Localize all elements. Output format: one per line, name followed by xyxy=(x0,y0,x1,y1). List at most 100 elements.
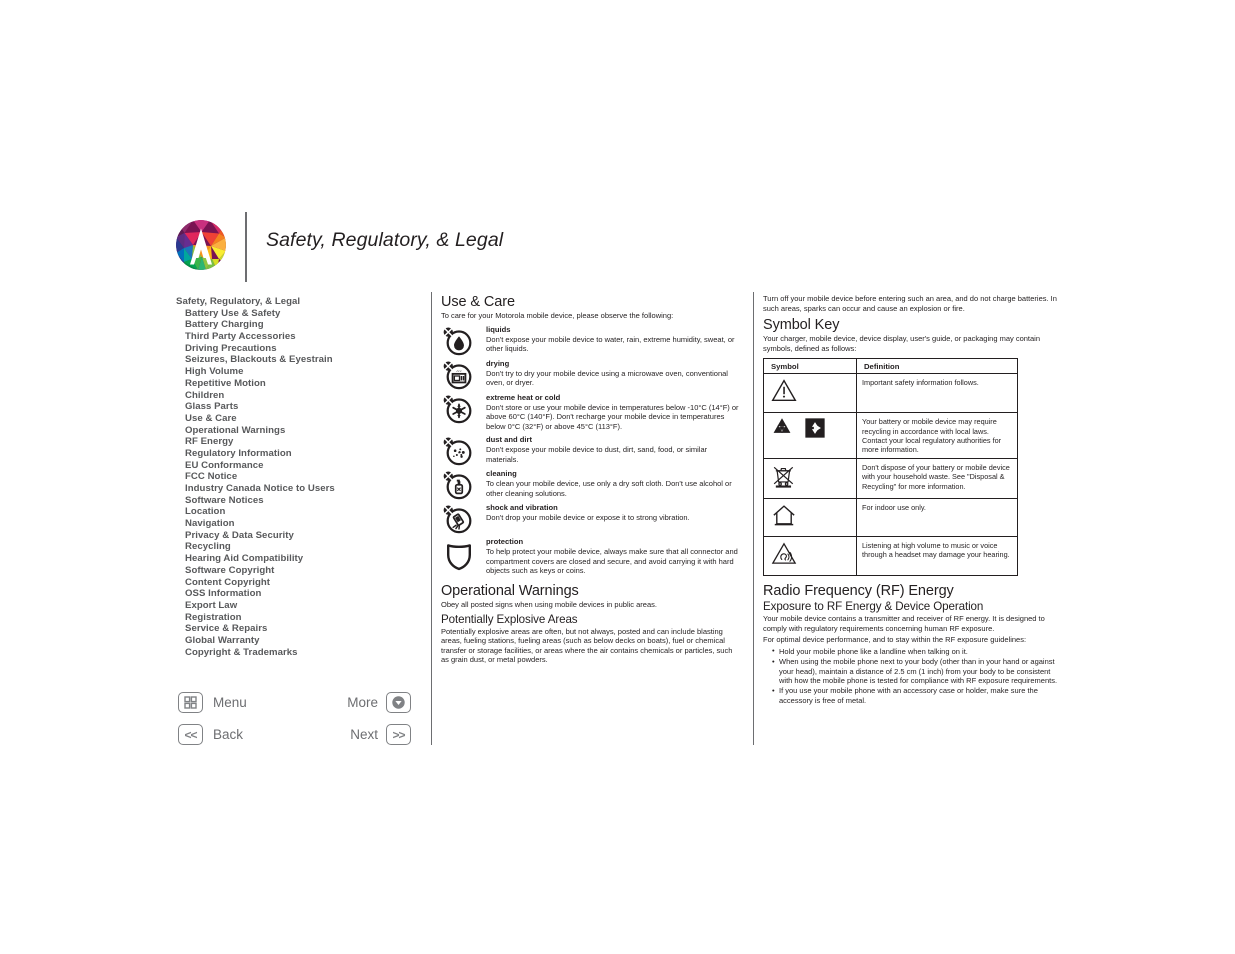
toc-item[interactable]: Use & Care xyxy=(176,413,426,425)
definition-cell: For indoor use only. xyxy=(856,498,1018,538)
care-item: dust and dirt Don't expose your mobile de… xyxy=(441,435,741,466)
header-divider xyxy=(245,212,247,282)
symbol-cell xyxy=(763,412,857,460)
indoor-use-house-icon xyxy=(771,503,797,532)
care-item-title: liquids xyxy=(486,324,511,334)
grid-menu-icon[interactable] xyxy=(178,692,203,713)
toc-item[interactable]: Operational Warnings xyxy=(176,425,426,437)
table-row: For indoor use only. xyxy=(763,498,1018,538)
toc-item[interactable]: Battery Charging xyxy=(176,319,426,331)
use-care-intro: To care for your Motorola mobile device,… xyxy=(441,311,674,320)
rf-guidelines-list: Hold your mobile phone like a landline w… xyxy=(763,646,1063,706)
column-header-symbol: Symbol xyxy=(763,358,857,375)
rf-paragraph-1: Your mobile device contains a transmitte… xyxy=(763,614,1045,633)
toc-item[interactable]: Children xyxy=(176,390,426,402)
table-row: Don't dispose of your battery or mobile … xyxy=(763,458,1018,500)
care-item-text: To help protect your mobile device, alwa… xyxy=(486,547,738,576)
toc-item[interactable]: Third Party Accessories xyxy=(176,331,426,343)
table-row: Your battery or mobile device may requir… xyxy=(763,412,1018,460)
care-item-title: cleaning xyxy=(486,469,517,479)
toc-item[interactable]: Glass Parts xyxy=(176,401,426,413)
rf-exposure-subheading: Exposure to RF Energy & Device Operation xyxy=(763,600,984,614)
care-item-text: To clean your mobile device, use only a … xyxy=(486,479,732,498)
menu-label[interactable]: Menu xyxy=(213,692,247,713)
toc-item[interactable]: Navigation xyxy=(176,518,426,530)
care-item: ♪♪♪ drying Don't try to dry your mobile de… xyxy=(441,359,741,389)
rf-guideline-item: If you use your mobile phone with an acc… xyxy=(772,686,1063,705)
rf-paragraph-2: For optimal device performance, and to s… xyxy=(763,635,1027,645)
toc-item[interactable]: Copyright & Trademarks xyxy=(176,647,426,659)
care-item: cleaning To clean your mobile device, use… xyxy=(441,469,741,500)
rf-guideline-item: When using the mobile phone next to your… xyxy=(772,657,1063,686)
chevron-down-circle-icon[interactable] xyxy=(386,692,411,713)
care-item: protection To help protect your mobile de… xyxy=(441,537,741,576)
care-item-text: Don't expose your mobile device to dust,… xyxy=(486,445,708,464)
toc-item[interactable]: Recycling xyxy=(176,541,426,553)
toc-item[interactable]: Privacy & Data Security xyxy=(176,530,426,542)
liquids-no-water-icon xyxy=(441,325,477,359)
more-label[interactable]: More xyxy=(338,692,378,713)
double-chevron-left-icon[interactable]: << xyxy=(178,724,203,745)
table-row: Listening at high volume to music or voi… xyxy=(763,536,1018,577)
rf-guideline-item: Hold your mobile phone like a landline w… xyxy=(772,646,1063,657)
navigation-controls: Menu More << Back Next >> xyxy=(178,690,418,754)
cleaning-no-solvent-icon xyxy=(441,469,477,503)
symbol-cell xyxy=(763,498,857,538)
care-item-title: protection xyxy=(486,537,524,547)
care-item: liquids Don't expose your mobile device t… xyxy=(441,325,741,355)
toc-item[interactable]: Location xyxy=(176,506,426,518)
column-header-definition: Definition xyxy=(856,358,1018,375)
care-item: extreme heat or cold Don't store or use y… xyxy=(441,393,741,432)
protection-shield-icon xyxy=(441,537,477,571)
explosive-continued-text: Turn off your mobile device before enter… xyxy=(763,294,1057,313)
double-chevron-right-icon[interactable]: >> xyxy=(386,724,411,745)
toc-item[interactable]: Service & Repairs xyxy=(176,623,426,635)
symbol-cell xyxy=(763,373,857,414)
symbol-cell xyxy=(763,536,857,577)
care-item-text: Don't store or use your mobile device in… xyxy=(486,402,739,431)
motorola-logo-icon xyxy=(176,220,226,270)
crossed-out-wheelie-bin-icon xyxy=(771,463,797,494)
toc-item[interactable]: Regulatory Information xyxy=(176,448,426,460)
toc-item[interactable]: FCC Notice xyxy=(176,471,426,483)
toc-item[interactable]: RF Energy xyxy=(176,436,426,448)
toc-item[interactable]: EU Conformance xyxy=(176,460,426,472)
battery-recycling-box-icon xyxy=(804,417,826,444)
toc-item[interactable]: Software Copyright xyxy=(176,565,426,577)
recycling-loop-icon xyxy=(771,417,793,444)
toc-item[interactable]: Safety, Regulatory, & Legal xyxy=(176,296,426,308)
toc-item[interactable]: Seizures, Blackouts & Eyestrain xyxy=(176,354,426,366)
page-header: Safety, Regulatory, & Legal xyxy=(176,212,1076,282)
toc-item[interactable]: Software Notices xyxy=(176,495,426,507)
rf-energy-heading: Radio Frequency (RF) Energy xyxy=(763,583,954,600)
warning-triangle-icon xyxy=(771,378,797,408)
care-item-title: drying xyxy=(486,358,510,368)
care-item-title: shock and vibration xyxy=(486,503,558,513)
symbol-key-intro: Your charger, mobile device, device disp… xyxy=(763,334,1041,353)
toc-item[interactable]: Hearing Aid Compatibility xyxy=(176,553,426,565)
toc-item[interactable]: Battery Use & Safety xyxy=(176,308,426,320)
toc-item[interactable]: High Volume xyxy=(176,366,426,378)
table-header-row: Symbol Definition xyxy=(763,358,1018,375)
toc-item[interactable]: Content Copyright xyxy=(176,577,426,589)
svg-text:♪♪♪: ♪♪♪ xyxy=(456,369,462,373)
shock-and-vibration-icon xyxy=(441,503,477,537)
care-item-text: Don't expose your mobile device to water… xyxy=(486,334,735,354)
toc-item[interactable]: Industry Canada Notice to Users xyxy=(176,483,426,495)
toc-item[interactable]: Export Law xyxy=(176,600,426,612)
toc-item[interactable]: Registration xyxy=(176,612,426,624)
care-item-title: dust and dirt xyxy=(486,435,532,445)
next-label[interactable]: Next xyxy=(338,724,378,745)
toc-item[interactable]: Driving Precautions xyxy=(176,343,426,355)
toc-item[interactable]: OSS Information xyxy=(176,588,426,600)
back-label[interactable]: Back xyxy=(213,724,243,745)
toc-item[interactable]: Repetitive Motion xyxy=(176,378,426,390)
next-glyph: >> xyxy=(392,727,405,742)
explosive-areas-text: Potentially explosive areas are often, b… xyxy=(441,626,733,665)
symbol-key-table: Symbol Definition Important safety infor… xyxy=(763,358,1018,577)
definition-cell: Your battery or mobile device may requir… xyxy=(856,412,1018,460)
care-item-title: extreme heat or cold xyxy=(486,392,561,402)
table-of-contents: Safety, Regulatory, & Legal Battery Use &… xyxy=(176,296,426,658)
toc-item[interactable]: Global Warranty xyxy=(176,635,426,647)
care-item-text: Don't try to dry your mobile device usin… xyxy=(486,368,728,388)
